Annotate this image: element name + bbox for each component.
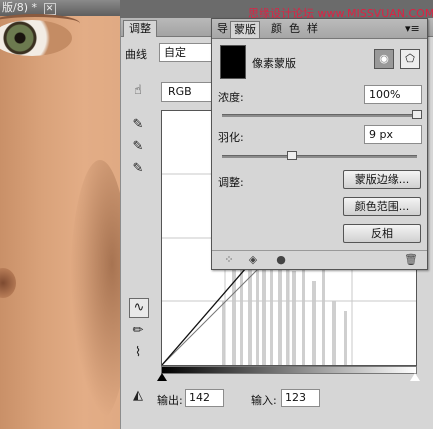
density-slider[interactable] bbox=[222, 114, 417, 117]
density-label: 浓度: bbox=[218, 91, 244, 104]
input-label: 输入: bbox=[251, 394, 277, 407]
output-label: 输出: bbox=[157, 394, 183, 407]
adjust-label: 调整: bbox=[218, 176, 244, 189]
hand-adjust-icon[interactable]: ☝ bbox=[129, 82, 147, 100]
mask-thumbnail bbox=[220, 45, 246, 79]
feather-slider-thumb[interactable] bbox=[287, 151, 298, 160]
black-point-slider[interactable] bbox=[157, 373, 167, 381]
smooth-icon[interactable]: ⌇ bbox=[129, 344, 147, 362]
feather-slider[interactable] bbox=[222, 155, 417, 158]
density-slider-thumb[interactable] bbox=[412, 110, 422, 119]
white-point-slider[interactable] bbox=[410, 373, 420, 381]
masks-panel: 导 蒙版 颜 色 样 ▾≡ 像素蒙版 ◉ ⬠ 浓度: 100% 羽化: 9 px… bbox=[211, 18, 428, 270]
black-eyedropper-icon[interactable]: ✎ bbox=[129, 116, 147, 134]
feather-field[interactable]: 9 px bbox=[364, 125, 422, 144]
white-eyedropper-icon[interactable]: ✎ bbox=[129, 160, 147, 178]
watermark: 思缘设计论坛 www.MISSVUAN.COM bbox=[248, 7, 433, 20]
visibility-eye-icon[interactable]: ● bbox=[274, 253, 288, 267]
input-field[interactable]: 123 bbox=[281, 389, 320, 407]
input-gradient-bar bbox=[161, 366, 417, 374]
pencil-icon[interactable]: ✏ bbox=[129, 322, 147, 340]
output-field[interactable]: 142 bbox=[185, 389, 224, 407]
feather-label: 羽化: bbox=[218, 131, 244, 144]
apply-mask-icon[interactable]: ◈ bbox=[246, 253, 260, 267]
cheek-shadow bbox=[70, 160, 120, 420]
pixel-mask-icon[interactable]: ◉ bbox=[374, 49, 394, 69]
tab-adjustments[interactable]: 调整 bbox=[123, 20, 157, 37]
photo-canvas[interactable]: 版/8) * ✕ bbox=[0, 0, 120, 429]
eye bbox=[0, 20, 72, 56]
vector-mask-icon[interactable]: ⬠ bbox=[400, 49, 420, 69]
panel-menu-icon[interactable]: ▾≡ bbox=[402, 21, 423, 37]
mask-edge-button[interactable]: 蒙版边缘... bbox=[343, 170, 421, 189]
nostril bbox=[0, 268, 16, 298]
mask-type-label: 像素蒙版 bbox=[252, 57, 296, 70]
close-icon[interactable]: ✕ bbox=[43, 3, 56, 15]
density-field[interactable]: 100% bbox=[364, 85, 422, 104]
tab-swatches[interactable]: 样 bbox=[304, 21, 321, 37]
curve-points-icon[interactable]: ∿ bbox=[129, 298, 149, 318]
tab-navigator[interactable]: 导 bbox=[214, 21, 231, 37]
tab-masks[interactable]: 蒙版 bbox=[230, 21, 260, 38]
auto-icon[interactable]: ◭ bbox=[129, 387, 147, 405]
gray-eyedropper-icon[interactable]: ✎ bbox=[129, 138, 147, 156]
tab-color-2[interactable]: 色 bbox=[286, 21, 303, 37]
tab-color-1[interactable]: 颜 bbox=[268, 21, 285, 37]
load-selection-icon[interactable]: ⁘ bbox=[222, 253, 236, 267]
document-tab[interactable]: 版/8) * ✕ bbox=[0, 0, 120, 16]
trash-icon[interactable]: 🗑 bbox=[404, 253, 418, 267]
invert-button[interactable]: 反相 bbox=[343, 224, 421, 243]
masks-footer: ⁘ ◈ ● 🗑 bbox=[212, 250, 427, 269]
document-tab-title: 版/8) * bbox=[2, 1, 37, 14]
curve-label: 曲线 bbox=[125, 48, 147, 61]
color-range-button[interactable]: 颜色范围... bbox=[343, 197, 421, 216]
masks-tab-bar: 导 蒙版 颜 色 样 ▾≡ bbox=[212, 19, 427, 39]
